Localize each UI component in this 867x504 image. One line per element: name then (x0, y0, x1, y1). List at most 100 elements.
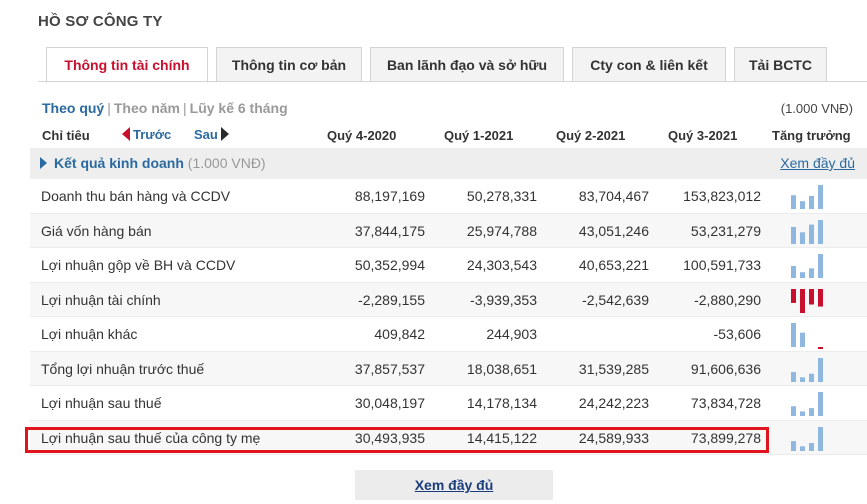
sparkline-bar (818, 254, 823, 278)
tab-subsidiaries[interactable]: Cty con & liên kết (572, 47, 726, 82)
growth-sparkline (791, 288, 823, 313)
cell-value: -2,542,639 (582, 291, 649, 308)
cell-value: 24,303,543 (466, 257, 537, 273)
table-row: Lợi nhuận gộp về BH và CCDV 50,352,994 24,… (30, 248, 867, 283)
cell-value: 244,903 (486, 326, 537, 342)
section-expand-icon[interactable] (40, 157, 47, 169)
table-row: Lợi nhuận sau thuế 30,048,197 14,178,134 24… (30, 386, 867, 421)
table-header: Chỉ tiêu Trước Sau Quý 4-2020 Quý 1-2021… (0, 124, 867, 148)
row-label: Lợi nhuận gộp về BH và CCDV (41, 257, 236, 273)
tabs-divider (38, 81, 867, 82)
sparkline-bar (791, 440, 796, 451)
sparkline-bar (809, 442, 814, 451)
sparkline-bar (791, 195, 796, 209)
section-business-results: Kết quả kinh doanh (1.000 VNĐ) Xem đầy đ… (30, 148, 867, 179)
sparkline-bar (809, 408, 814, 416)
cell-value: 153,823,012 (683, 188, 761, 204)
financial-table: Doanh thu bán hàng và CCDV 88,197,169 50,2… (30, 179, 867, 455)
row-label: Doanh thu bán hàng và CCDV (41, 188, 231, 204)
growth-sparkline (791, 323, 823, 349)
cell-value: 50,352,994 (354, 257, 425, 273)
sparkline-bar (800, 288, 805, 313)
indicator-header: Chỉ tiêu (42, 128, 90, 143)
column-header-q3-2021: Quý 3-2021 (668, 128, 738, 143)
sparkline-bar (791, 323, 796, 347)
sparkline-bar (818, 219, 823, 244)
cell-value: 25,974,788 (466, 222, 537, 239)
sparkline-bar (818, 347, 823, 349)
growth-sparkline (791, 219, 823, 244)
tab-bar: Thông tin tài chính Thông tin cơ bản Ban… (46, 47, 835, 83)
sparkline-bar (791, 265, 796, 278)
cell-value: 88,197,169 (354, 188, 425, 204)
growth-sparkline (791, 357, 823, 382)
cell-value: 100,591,733 (683, 257, 761, 273)
growth-header: Tăng trưởng (772, 128, 851, 143)
highlight-box (25, 427, 769, 453)
sparkline-bar (800, 332, 805, 347)
column-header-q4-2020: Quý 4-2020 (327, 128, 397, 143)
cell-value: 409,842 (374, 326, 425, 342)
sparkline-bar (809, 224, 814, 244)
period-year-link[interactable]: Theo năm (114, 100, 180, 116)
cell-value: 14,178,134 (466, 395, 537, 411)
cell-value: 40,653,221 (578, 257, 649, 273)
row-label: Tổng lợi nhuận trước thuế (41, 360, 205, 377)
sparkline-bar (791, 288, 796, 303)
sparkline-bar (818, 392, 823, 416)
cell-value: 43,051,246 (578, 222, 649, 239)
cell-value: 91,606,636 (690, 360, 761, 377)
table-row: Tổng lợi nhuận trước thuế 37,857,537 18,03… (30, 351, 867, 386)
sparkline-bar (809, 373, 814, 382)
cell-value: 18,038,651 (466, 360, 537, 377)
column-header-q2-2021: Quý 2-2021 (556, 128, 626, 143)
row-label: Lợi nhuận sau thuế (41, 395, 162, 411)
growth-sparkline (791, 392, 823, 416)
sparkline-bar (818, 426, 823, 451)
sparkline-bar (800, 411, 805, 416)
cell-value: -3,939,353 (470, 291, 537, 308)
next-button[interactable]: Sau (194, 127, 229, 142)
sparkline-bar (800, 445, 805, 451)
sparkline-bar (791, 371, 796, 382)
sparkline-bar (791, 406, 796, 416)
cell-value: 83,704,467 (578, 188, 649, 204)
sparkline-bar (818, 288, 823, 307)
row-label: Lợi nhuận khác (41, 326, 138, 342)
period-separator: | (107, 100, 111, 116)
period-ytd-link[interactable]: Lũy kế 6 tháng (190, 100, 288, 116)
sparkline-bar (818, 185, 823, 209)
sparkline-bar (800, 201, 805, 209)
page-title: HỒ SƠ CÔNG TY (38, 13, 163, 30)
sparkline-bar (800, 231, 805, 244)
unit-label: (1.000 VNĐ) (780, 101, 853, 116)
cell-value: 53,231,279 (690, 222, 761, 239)
sparkline-bar (818, 357, 823, 382)
growth-sparkline (791, 254, 823, 278)
tab-leadership-ownership[interactable]: Ban lãnh đạo và sở hữu (370, 47, 564, 82)
view-all-button[interactable]: Xem đầy đủ (355, 470, 553, 500)
sparkline-bar (809, 288, 814, 304)
cell-value: 24,242,223 (578, 395, 649, 411)
section-title: Kết quả kinh doanh (1.000 VNĐ) (54, 155, 266, 171)
cell-value: 37,857,537 (354, 360, 425, 377)
table-row: Doanh thu bán hàng và CCDV 88,197,169 50,2… (30, 179, 867, 214)
period-separator: | (183, 100, 187, 116)
triangle-left-icon (122, 127, 130, 141)
sparkline-bar (800, 376, 805, 382)
sparkline-bar (791, 226, 796, 244)
prev-button[interactable]: Trước (122, 127, 171, 142)
cell-value: 31,539,285 (578, 360, 649, 377)
table-row: Giá vốn hàng bán 37,844,175 25,974,788 43,0… (30, 213, 867, 248)
period-quarter-link[interactable]: Theo quý (42, 100, 104, 116)
sparkline-bar (809, 268, 814, 278)
tab-download-reports[interactable]: Tải BCTC (734, 47, 827, 82)
tab-financial-info[interactable]: Thông tin tài chính (46, 47, 208, 83)
tab-basic-info[interactable]: Thông tin cơ bản (216, 47, 362, 82)
growth-sparkline (791, 185, 823, 209)
triangle-right-icon (220, 127, 229, 141)
cell-value: -2,880,290 (694, 291, 761, 308)
cell-value: 37,844,175 (354, 222, 425, 239)
section-view-all-link[interactable]: Xem đầy đủ (780, 155, 855, 171)
cell-value: 50,278,331 (466, 188, 537, 204)
